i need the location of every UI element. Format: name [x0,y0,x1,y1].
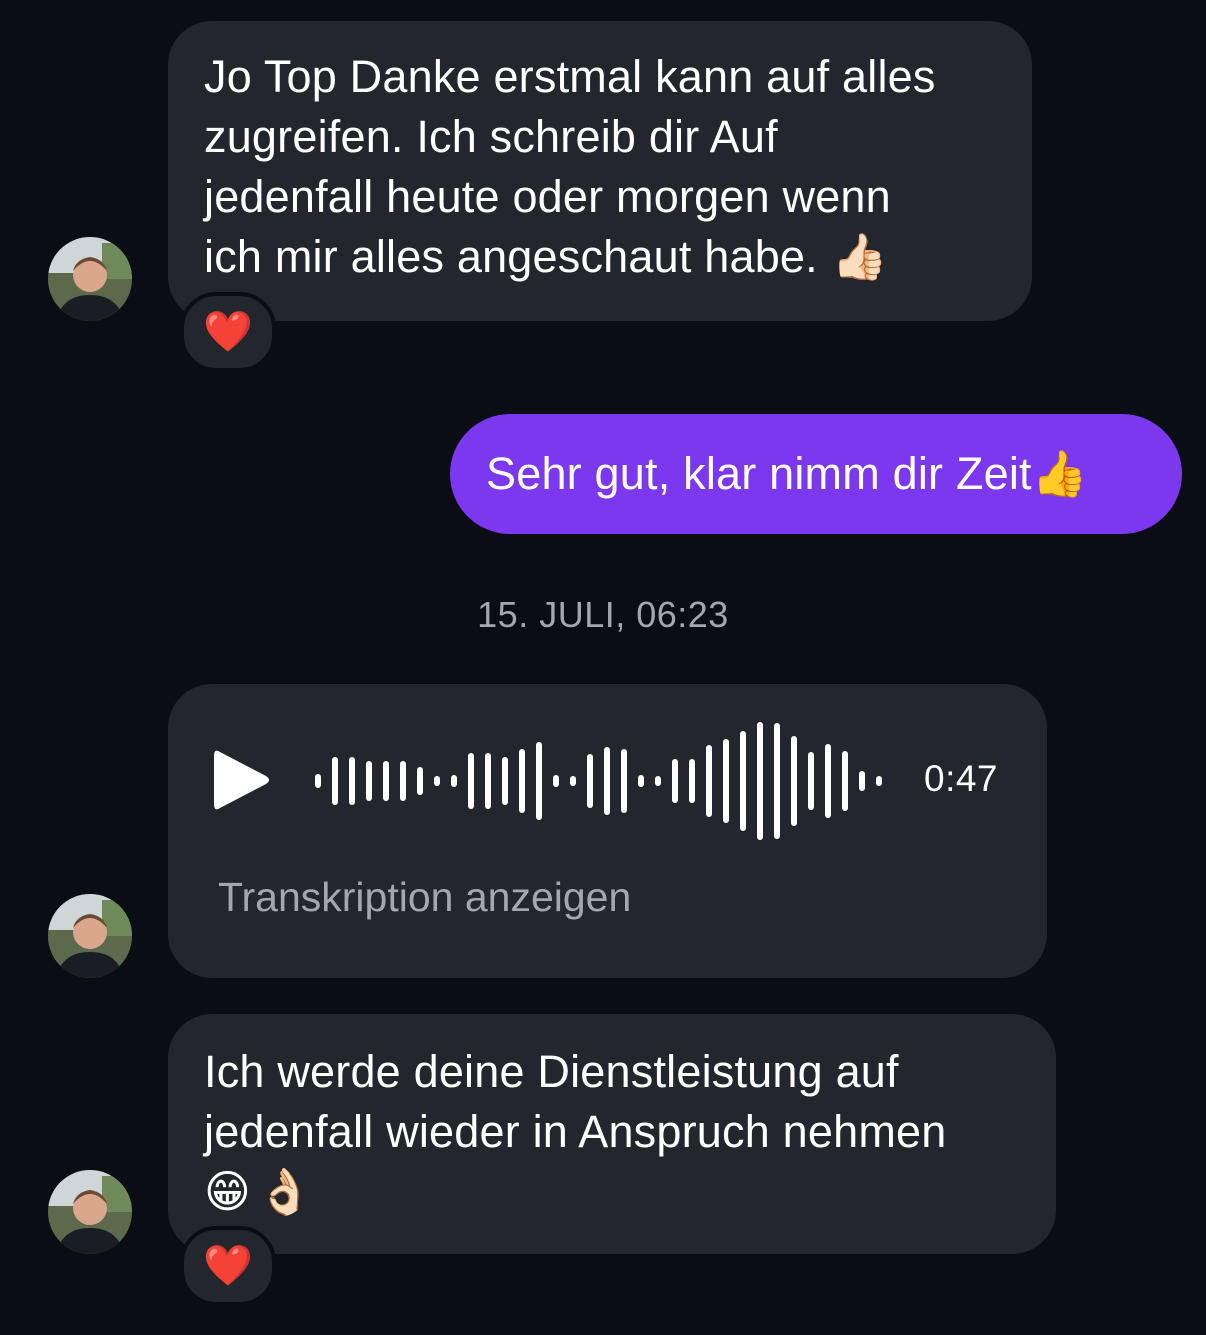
thumbs-up-emoji: 👍 [1031,447,1088,500]
date-separator: 15. JULI, 06:23 [477,594,729,635]
message-text: Sehr gut, klar nimm dir Zeit [486,448,1032,499]
waveform-bar [536,742,542,820]
waveform-bar [553,775,559,787]
chat-thread: Jo Top Danke erstmal kann auf alles zugr… [0,0,1206,1335]
waveform-bar [587,754,593,808]
waveform-bar [434,776,440,786]
incoming-message-bubble[interactable]: Ich werde deine Dienstleistung auf jeden… [168,1014,1056,1254]
reaction-badge[interactable]: ❤️ [180,1226,276,1306]
play-icon[interactable] [212,748,272,812]
grin-ok-hand-emoji: 😁👌🏻 [204,1165,319,1218]
voice-duration: 0:47 [924,758,999,799]
waveform-bar [451,775,457,787]
reaction-badge[interactable]: ❤️ [180,292,276,372]
contact-avatar[interactable] [48,237,132,321]
waveform-bar [791,736,797,826]
waveform-bar [842,751,848,811]
waveform-bar [502,757,508,805]
waveform-bar [519,749,525,813]
voice-message-bubble[interactable]: 0:47 Transkription anzeigen [168,684,1047,978]
waveform-bar [604,747,610,815]
waveform-bar [689,759,695,803]
waveform-bar [825,744,831,818]
heart-reaction-icon: ❤️ [203,310,253,354]
heart-reaction-icon: ❤️ [203,1244,253,1288]
waveform-bar [638,775,644,787]
waveform-bar [366,761,372,801]
waveform-bar [808,752,814,810]
waveform-bar [757,722,763,840]
waveform-bar [859,771,865,791]
message-text: Ich werde deine Dienstleistung auf jeden… [204,1046,947,1157]
thumbs-up-emoji: 👍🏻 [831,230,889,283]
waveform-bar [723,739,729,823]
transcription-link[interactable]: Transkription anzeigen [218,874,631,921]
waveform-bar [315,774,321,788]
waveform-bar [655,776,661,786]
waveform-bar [774,723,780,839]
contact-avatar[interactable] [48,1170,132,1254]
waveform-bar [570,776,576,786]
waveform-bar [332,757,338,805]
waveform-bar [468,753,474,809]
waveform-bar [621,749,627,813]
waveform-bar [383,761,389,801]
waveform-bar [417,767,423,795]
waveform-bar [485,753,491,809]
incoming-message-bubble[interactable]: Jo Top Danke erstmal kann auf alles zugr… [168,21,1032,321]
waveform-bar [706,745,712,817]
audio-waveform[interactable] [308,716,888,846]
waveform-bar [876,776,882,786]
contact-avatar[interactable] [48,894,132,978]
waveform-bar [400,761,406,801]
waveform-bar [672,759,678,803]
waveform-bar [349,757,355,805]
waveform-bar [740,731,746,831]
outgoing-message-bubble[interactable]: Sehr gut, klar nimm dir Zeit👍 [450,414,1182,534]
message-text: Jo Top Danke erstmal kann auf alles zugr… [204,51,936,282]
